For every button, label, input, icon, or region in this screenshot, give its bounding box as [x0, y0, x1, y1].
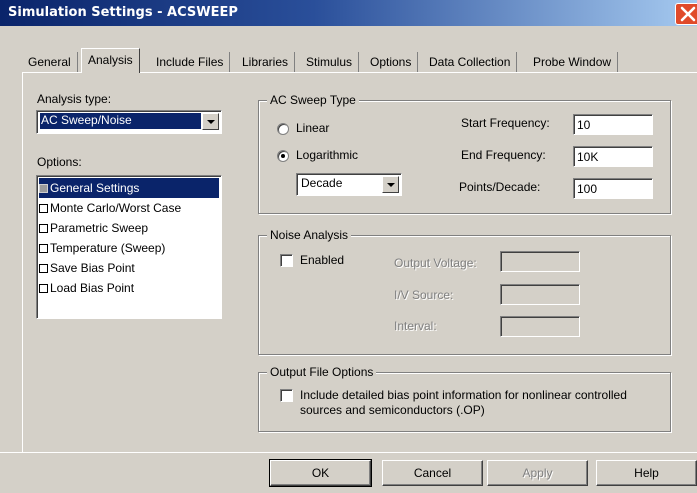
close-button[interactable]	[675, 3, 697, 25]
end-frequency-input[interactable]: 10K	[573, 146, 653, 167]
logarithmic-radio[interactable]	[277, 150, 289, 162]
checkbox-icon[interactable]	[39, 204, 48, 213]
tab-include-files[interactable]: Include Files	[150, 52, 231, 72]
window-title: Simulation Settings - ACSWEEP	[8, 5, 238, 20]
checkbox-icon[interactable]	[39, 264, 48, 273]
tab-general[interactable]: General	[22, 52, 78, 72]
analysis-type-value: AC Sweep/Noise	[40, 113, 201, 129]
tab-strip: General Analysis Include Files Libraries…	[0, 48, 697, 74]
checkbox-icon[interactable]	[39, 284, 48, 293]
points-per-decade-input[interactable]: 100	[573, 178, 653, 199]
logarithmic-label: Logarithmic	[296, 148, 359, 162]
ok-button[interactable]: OK	[269, 459, 372, 487]
checkbox-icon[interactable]	[39, 224, 48, 233]
iv-source-label: I/V Source:	[394, 288, 454, 302]
dialog-window: Simulation Settings - ACSWEEP General An…	[0, 0, 697, 493]
option-monte-carlo[interactable]: Monte Carlo/Worst Case	[39, 198, 219, 218]
op-detail-label-line1: Include detailed bias point information …	[300, 388, 627, 402]
cancel-button[interactable]: Cancel	[382, 460, 483, 486]
options-list[interactable]: General Settings Monte Carlo/Worst Case …	[36, 175, 222, 319]
tab-data-collection[interactable]: Data Collection	[423, 52, 518, 72]
linear-label: Linear	[296, 121, 330, 135]
chevron-down-icon[interactable]	[382, 176, 399, 193]
output-voltage-label: Output Voltage:	[394, 256, 477, 270]
output-file-options-group: Output File Options	[258, 365, 671, 432]
interval-input[interactable]	[500, 316, 580, 337]
analysis-type-label: Analysis type:	[37, 92, 112, 106]
option-general-settings[interactable]: General Settings	[39, 178, 219, 198]
start-frequency-label: Start Frequency:	[461, 116, 550, 130]
log-scale-value: Decade	[301, 176, 343, 190]
option-load-bias-point[interactable]: Load Bias Point	[39, 278, 219, 298]
tab-analysis[interactable]: Analysis	[81, 48, 140, 73]
option-temperature-sweep[interactable]: Temperature (Sweep)	[39, 238, 219, 258]
output-file-options-title: Output File Options	[267, 365, 377, 379]
start-frequency-input[interactable]: 10	[573, 114, 653, 135]
options-label: Options:	[37, 155, 82, 169]
interval-label: Interval:	[394, 319, 437, 333]
checkbox-checked-icon[interactable]	[39, 184, 48, 193]
chevron-down-icon[interactable]	[202, 113, 219, 130]
noise-enabled-label: Enabled	[300, 253, 345, 267]
apply-button[interactable]: Apply	[487, 460, 588, 486]
ac-sweep-type-title: AC Sweep Type	[267, 93, 359, 107]
op-detail-checkbox[interactable]	[280, 389, 293, 402]
tab-libraries[interactable]: Libraries	[236, 52, 296, 72]
close-icon	[680, 6, 696, 22]
tab-probe-window[interactable]: Probe Window	[527, 52, 619, 72]
help-button[interactable]: Help	[596, 460, 697, 486]
checkbox-icon[interactable]	[39, 244, 48, 253]
analysis-type-dropdown[interactable]: AC Sweep/Noise	[36, 110, 222, 134]
linear-radio[interactable]	[277, 123, 289, 135]
output-voltage-input[interactable]	[500, 251, 580, 272]
noise-enabled-checkbox[interactable]	[280, 254, 293, 267]
option-save-bias-point[interactable]: Save Bias Point	[39, 258, 219, 278]
log-scale-dropdown[interactable]: Decade	[296, 173, 402, 196]
iv-source-input[interactable]	[500, 284, 580, 305]
option-parametric-sweep[interactable]: Parametric Sweep	[39, 218, 219, 238]
end-frequency-label: End Frequency:	[461, 148, 546, 162]
title-bar[interactable]: Simulation Settings - ACSWEEP	[0, 0, 697, 26]
tab-stimulus[interactable]: Stimulus	[300, 52, 360, 72]
noise-analysis-title: Noise Analysis	[267, 228, 352, 242]
tab-options[interactable]: Options	[364, 52, 419, 72]
points-per-decade-label: Points/Decade:	[459, 180, 541, 194]
op-detail-label-line2: sources and semiconductors (.OP)	[300, 403, 485, 417]
